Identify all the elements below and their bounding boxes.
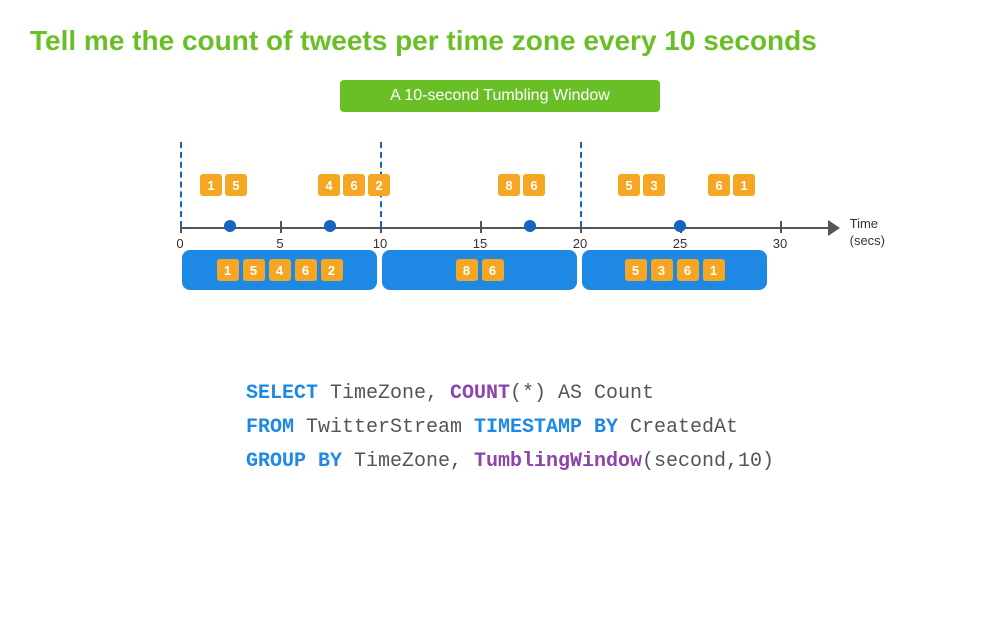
sql-by-kw: BY <box>582 416 618 439</box>
tweet-box-5b: 1 <box>733 174 755 196</box>
sql-line-1: SELECT TimeZone, COUNT(*) AS Count <box>246 377 774 411</box>
wb1-box-d: 6 <box>295 259 317 281</box>
tweet-box-4a: 5 <box>618 174 640 196</box>
tweet-box-2c: 2 <box>368 174 390 196</box>
tick-label-0: 0 <box>176 236 183 251</box>
tick-30 <box>780 221 782 233</box>
tweet-box-1a: 1 <box>200 174 222 196</box>
sql-timestamp-kw: TIMESTAMP <box>474 416 582 439</box>
wb1-box-c: 4 <box>269 259 291 281</box>
diagram-area: A 10-second Tumbling Window Time(secs) 0… <box>30 75 970 598</box>
wb2-box-a: 8 <box>456 259 478 281</box>
tweet-group-5: 6 1 <box>708 174 755 196</box>
wb3-box-c: 6 <box>677 259 699 281</box>
wb1-box-e: 2 <box>321 259 343 281</box>
tweet-box-3a: 8 <box>498 174 520 196</box>
tick-5 <box>280 221 282 233</box>
sql-select-kw: SELECT <box>246 382 318 405</box>
axis-line <box>180 227 830 229</box>
tweet-box-5a: 6 <box>708 174 730 196</box>
wb3-box-a: 5 <box>625 259 647 281</box>
sql-line2-end: CreatedAt <box>618 416 738 439</box>
sql-line3-end: (second,10) <box>642 450 774 473</box>
vline-0 <box>180 142 182 227</box>
sql-line1-end: (*) AS Count <box>510 382 654 405</box>
sql-count-kw: COUNT <box>450 382 510 405</box>
sql-by2-kw: BY <box>306 450 342 473</box>
sql-group-kw: GROUP <box>246 450 306 473</box>
dot-1 <box>224 220 236 232</box>
dot-2 <box>324 220 336 232</box>
sql-from-kw: FROM <box>246 416 294 439</box>
sql-line-2: FROM TwitterStream TIMESTAMP BY CreatedA… <box>246 411 774 445</box>
tick-label-10: 10 <box>373 236 387 251</box>
sql-line3-mid: TimeZone, <box>342 450 474 473</box>
tweet-group-2: 4 6 2 <box>318 174 390 196</box>
timeline-container: Time(secs) 0 5 10 15 20 25 30 <box>170 132 830 352</box>
page-title: Tell me the count of tweets per time zon… <box>30 25 970 57</box>
axis-label: Time(secs) <box>850 216 885 250</box>
sql-line1-mid: TimeZone, <box>318 382 450 405</box>
window-bar-1: 1 5 4 6 2 <box>182 250 377 290</box>
wb3-box-b: 3 <box>651 259 673 281</box>
window-bar-3: 5 3 6 1 <box>582 250 767 290</box>
wb2-box-b: 6 <box>482 259 504 281</box>
sql-line2-mid1: TwitterStream <box>294 416 474 439</box>
tick-label-15: 15 <box>473 236 487 251</box>
tweet-group-4: 5 3 <box>618 174 665 196</box>
tweet-box-3b: 6 <box>523 174 545 196</box>
dot-3 <box>524 220 536 232</box>
tick-label-30: 30 <box>773 236 787 251</box>
sql-tumbling-kw: TumblingWindow <box>474 450 642 473</box>
dot-4 <box>674 220 686 232</box>
tick-label-25: 25 <box>673 236 687 251</box>
tweet-group-1: 1 5 <box>200 174 247 196</box>
tick-15 <box>480 221 482 233</box>
window-bar-2: 8 6 <box>382 250 577 290</box>
tweet-box-4b: 3 <box>643 174 665 196</box>
tick-label-5: 5 <box>276 236 283 251</box>
wb1-box-b: 5 <box>243 259 265 281</box>
sql-container: SELECT TimeZone, COUNT(*) AS Count FROM … <box>226 377 774 479</box>
tweet-box-1b: 5 <box>225 174 247 196</box>
tweet-box-2a: 4 <box>318 174 340 196</box>
axis-arrow <box>828 220 840 236</box>
tick-label-20: 20 <box>573 236 587 251</box>
vline-20 <box>580 142 582 227</box>
sql-line-3: GROUP BY TimeZone, TumblingWindow(second… <box>246 445 774 479</box>
window-label: A 10-second Tumbling Window <box>340 80 660 112</box>
page-container: Tell me the count of tweets per time zon… <box>0 0 1000 618</box>
wb3-box-d: 1 <box>703 259 725 281</box>
tweet-box-2b: 6 <box>343 174 365 196</box>
tweet-group-3: 8 6 <box>498 174 545 196</box>
wb1-box-a: 1 <box>217 259 239 281</box>
